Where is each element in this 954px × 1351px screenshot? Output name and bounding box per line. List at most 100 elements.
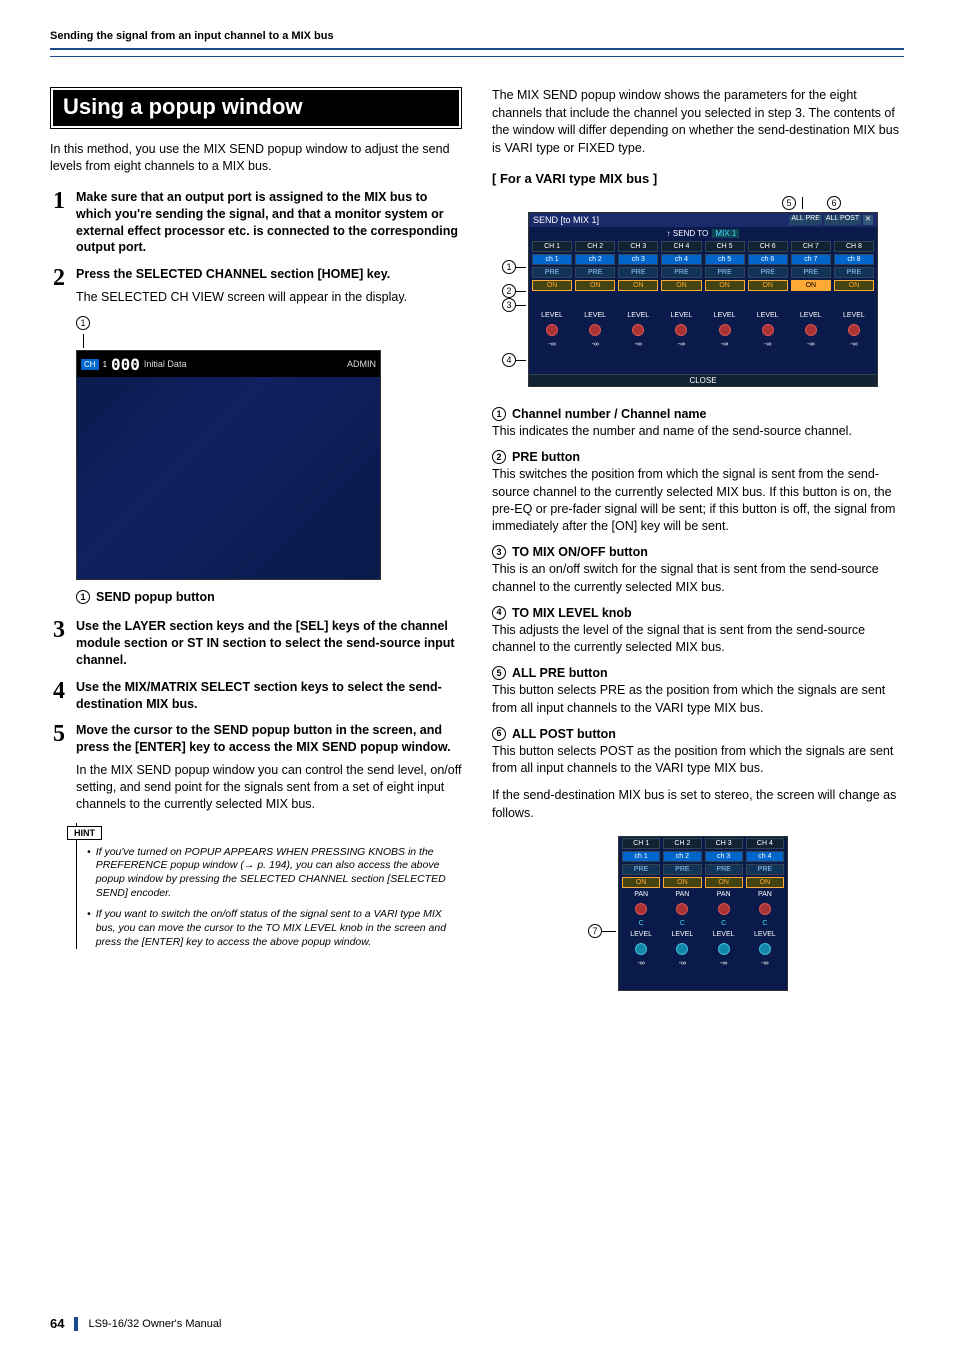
pre-button[interactable]: PRE (575, 267, 615, 278)
step-text: Press the SELECTED CHANNEL section [HOME… (76, 266, 462, 306)
on-button[interactable]: ON (746, 877, 784, 888)
on-button[interactable]: ON (748, 280, 788, 291)
right-column: The MIX SEND popup window shows the para… (492, 87, 904, 991)
step-text: Make sure that an output port is assigne… (76, 189, 462, 257)
level-label: LEVEL (575, 311, 615, 320)
pan-knob[interactable] (718, 903, 730, 915)
level-knob[interactable] (635, 943, 647, 955)
pan-knob[interactable] (676, 903, 688, 915)
step-number: 5 (50, 722, 68, 746)
level-value: -∞ (663, 959, 701, 968)
pre-button[interactable]: PRE (748, 267, 788, 278)
on-button[interactable]: ON (705, 877, 743, 888)
level-value: -∞ (661, 340, 701, 349)
ch-header-row: CH 1 CH 2 CH 3 CH 4 CH 5 CH 6 CH 7 CH 8 (529, 240, 877, 253)
level-knob[interactable] (632, 324, 644, 336)
step-caption: In the MIX SEND popup window you can con… (76, 762, 462, 813)
ch-name: ch 6 (748, 254, 788, 265)
level-knob[interactable] (719, 324, 731, 336)
pre-button[interactable]: PRE (705, 267, 745, 278)
ch-name: ch 3 (705, 851, 743, 862)
page-footer: 64 LS9-16/32 Owner's Manual (50, 1316, 221, 1331)
item-5-head: 5ALL PRE button (492, 666, 904, 680)
item-4-body: This adjusts the level of the signal tha… (492, 622, 904, 657)
step-1: 1 Make sure that an output port is assig… (50, 189, 462, 257)
pre-button[interactable]: PRE (622, 864, 660, 875)
level-knob[interactable] (848, 324, 860, 336)
level-knob[interactable] (805, 324, 817, 336)
stereo-screenshot: CH 1 CH 2 CH 3 CH 4 ch 1 ch 2 ch 3 ch 4 … (618, 836, 788, 991)
ch-header: CH 5 (705, 241, 745, 252)
pre-row: PRE PRE PRE PRE PRE PRE PRE PRE (529, 266, 877, 279)
close-icon[interactable]: ✕ (863, 215, 873, 225)
pre-button[interactable]: PRE (791, 267, 831, 278)
level-knob[interactable] (589, 324, 601, 336)
hint-label: HINT (67, 826, 102, 840)
hint-box: HINT If you've turned on POPUP APPEARS W… (76, 823, 462, 949)
ch-header: CH 3 (618, 241, 658, 252)
header-rule-thick (50, 48, 904, 50)
level-knob[interactable] (718, 943, 730, 955)
close-button[interactable]: CLOSE (529, 374, 877, 386)
mix-send-diagram: 5 6 SEND [to MIX 1] ALL PRE ALL POST ✕ ↑ (502, 198, 904, 387)
on-button[interactable]: ON (705, 280, 745, 291)
level-label: LEVEL (791, 311, 831, 320)
all-pre-button[interactable]: ALL PRE (789, 215, 822, 225)
pre-button[interactable]: PRE (532, 267, 572, 278)
level-label: LEVEL (618, 311, 658, 320)
on-button[interactable]: ON (663, 877, 701, 888)
on-button[interactable]: ON (622, 877, 660, 888)
right-intro: The MIX SEND popup window shows the para… (492, 87, 904, 157)
level-knob[interactable] (676, 943, 688, 955)
on-button[interactable]: ON (532, 280, 572, 291)
ch-header: CH 2 (575, 241, 615, 252)
legend-circle-1: 1 (76, 590, 90, 604)
section-title-box: Using a popup window (50, 87, 462, 129)
ch-name: ch 8 (834, 254, 874, 265)
callout-marker-1: 1 (76, 316, 462, 330)
ch-header: CH 4 (746, 838, 784, 849)
step-text: Move the cursor to the SEND popup button… (76, 722, 462, 812)
ch-name: ch 2 (575, 254, 615, 265)
step-number: 2 (50, 266, 68, 290)
level-label: LEVEL (834, 311, 874, 320)
level-knob[interactable] (759, 943, 771, 955)
on-button[interactable]: ON (618, 280, 658, 291)
on-button[interactable]: ON (575, 280, 615, 291)
level-label-row: LEVEL LEVEL LEVEL LEVEL LEVEL LEVEL LEVE… (529, 310, 877, 321)
pre-button[interactable]: PRE (661, 267, 701, 278)
item-6-body: This button selects POST as the position… (492, 743, 904, 778)
level-knob-row (529, 321, 877, 339)
ch-name: ch 2 (663, 851, 701, 862)
pan-knob[interactable] (759, 903, 771, 915)
on-row: ON ON ON ON ON ON ON ON (529, 279, 877, 292)
vari-subhead: [ For a VARI type MIX bus ] (492, 171, 904, 186)
pre-button[interactable]: PRE (746, 864, 784, 875)
callout-leader (83, 334, 84, 348)
on-button[interactable]: ON (661, 280, 701, 291)
pan-knob[interactable] (635, 903, 647, 915)
pre-button[interactable]: PRE (663, 864, 701, 875)
level-value: -∞ (791, 340, 831, 349)
callout-circle-4: 4 (502, 353, 516, 367)
callout-circle-3: 3 (502, 298, 516, 312)
item-3-body: This is an on/off switch for the signal … (492, 561, 904, 596)
ch-header: CH 7 (791, 241, 831, 252)
level-knob[interactable] (546, 324, 558, 336)
ch-name: ch 3 (618, 254, 658, 265)
pre-button[interactable]: PRE (618, 267, 658, 278)
on-button[interactable]: ON (791, 280, 831, 291)
running-header: Sending the signal from an input channel… (50, 30, 904, 48)
pan-value: C (746, 919, 784, 928)
mix-send-screenshot: SEND [to MIX 1] ALL PRE ALL POST ✕ ↑ SEN… (528, 212, 878, 387)
pre-button[interactable]: PRE (705, 864, 743, 875)
ch-name: ch 7 (791, 254, 831, 265)
pre-button[interactable]: PRE (834, 267, 874, 278)
level-knob[interactable] (675, 324, 687, 336)
all-post-button[interactable]: ALL POST (824, 215, 861, 225)
level-knob[interactable] (762, 324, 774, 336)
level-value: -∞ (575, 340, 615, 349)
step-text: Use the LAYER section keys and the [SEL]… (76, 618, 462, 669)
on-button[interactable]: ON (834, 280, 874, 291)
level-label: LEVEL (661, 311, 701, 320)
